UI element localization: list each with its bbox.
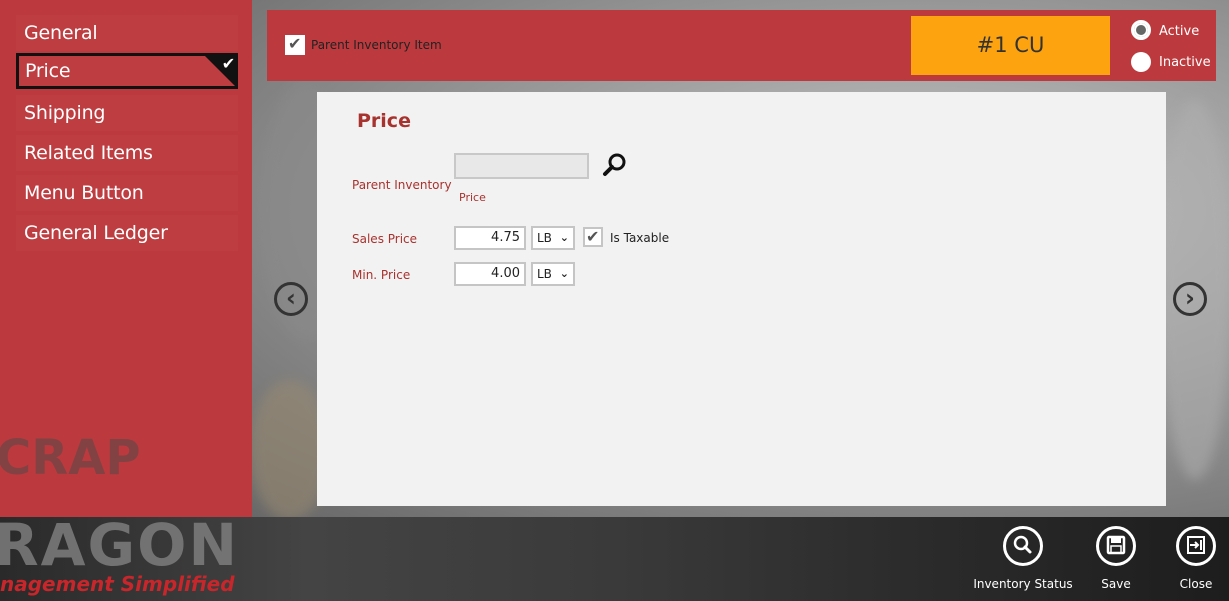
sidebar-item-general-ledger[interactable]: General Ledger bbox=[16, 215, 238, 251]
status-inactive-radio[interactable] bbox=[1131, 52, 1151, 72]
page-title: Price bbox=[357, 110, 411, 132]
sidebar-item-label: Menu Button bbox=[24, 182, 144, 204]
app-bar: RAGON nagement Simplified Inventory Stat… bbox=[0, 511, 1229, 601]
status-inactive-label: Inactive bbox=[1159, 55, 1211, 70]
top-bar: ✔ Parent Inventory Item #1 CU Active Ina… bbox=[267, 10, 1216, 81]
brand-watermark: CRAP bbox=[0, 430, 141, 486]
search-icon bbox=[1006, 535, 1040, 567]
parent-inventory-sub-label: Price bbox=[459, 191, 486, 204]
close-label: Close bbox=[1179, 577, 1213, 591]
parent-inventory-item-label: Parent Inventory Item bbox=[311, 38, 442, 52]
sidebar-item-related-items[interactable]: Related Items bbox=[16, 135, 238, 171]
sidebar-item-label: General bbox=[24, 22, 98, 44]
sales-price-label: Sales Price bbox=[352, 232, 418, 246]
price-panel: Price Parent Inventory Price Sales Price… bbox=[317, 92, 1166, 506]
parent-inventory-item-checkbox[interactable]: ✔ bbox=[285, 34, 305, 55]
save-label: Save bbox=[1101, 577, 1131, 591]
sales-price-input[interactable]: 4.75 bbox=[454, 226, 526, 250]
save-icon bbox=[1099, 535, 1133, 567]
search-icon[interactable] bbox=[602, 152, 628, 182]
chevron-down-icon: ⌄ bbox=[559, 267, 569, 280]
parent-inventory-field[interactable] bbox=[454, 153, 589, 179]
status-active-radio[interactable] bbox=[1131, 20, 1151, 40]
min-price-unit-value: LB bbox=[537, 267, 552, 281]
inventory-status-button[interactable] bbox=[1003, 526, 1043, 566]
min-price-label: Min. Price bbox=[352, 268, 411, 282]
sidebar-item-general[interactable]: General bbox=[16, 15, 238, 51]
min-price-unit-select[interactable]: LB ⌄ bbox=[531, 262, 575, 286]
sidebar-item-shipping[interactable]: Shipping bbox=[16, 95, 238, 131]
is-taxable-label: Is Taxable bbox=[610, 231, 670, 245]
next-arrow-icon[interactable]: › bbox=[1173, 282, 1207, 316]
sales-price-unit-value: LB bbox=[537, 231, 552, 245]
exit-icon bbox=[1179, 536, 1213, 567]
save-button[interactable] bbox=[1096, 526, 1136, 566]
min-price-input[interactable]: 4.00 bbox=[454, 262, 526, 286]
is-taxable-checkbox[interactable]: ✔ bbox=[583, 227, 603, 247]
status-active-label: Active bbox=[1159, 24, 1200, 39]
inventory-status-label: Inventory Status bbox=[973, 577, 1073, 591]
item-code-button[interactable]: #1 CU bbox=[911, 16, 1110, 75]
sidebar-item-price[interactable]: Price ✔ bbox=[16, 53, 238, 89]
check-icon: ✔ bbox=[221, 54, 235, 73]
sidebar-item-label: Related Items bbox=[24, 142, 153, 164]
sidebar-item-menu-button[interactable]: Menu Button bbox=[16, 175, 238, 211]
sidebar-item-label: Shipping bbox=[24, 102, 106, 124]
sidebar-nav: CRAP General Price ✔ Shipping Related It… bbox=[0, 0, 252, 517]
sales-price-unit-select[interactable]: LB ⌄ bbox=[531, 226, 575, 250]
chevron-down-icon: ⌄ bbox=[559, 231, 569, 244]
brand-name: RAGON bbox=[0, 511, 240, 579]
checkmark-icon: ✔ bbox=[586, 227, 600, 246]
sidebar-item-label: Price bbox=[25, 60, 71, 82]
brand-tagline: nagement Simplified bbox=[0, 572, 235, 596]
sidebar-item-label: General Ledger bbox=[24, 222, 168, 244]
parent-inventory-label: Parent Inventory bbox=[352, 178, 452, 192]
close-button[interactable] bbox=[1176, 526, 1216, 566]
checkmark-icon: ✔ bbox=[288, 34, 302, 53]
previous-arrow-icon[interactable]: ‹ bbox=[274, 282, 308, 316]
